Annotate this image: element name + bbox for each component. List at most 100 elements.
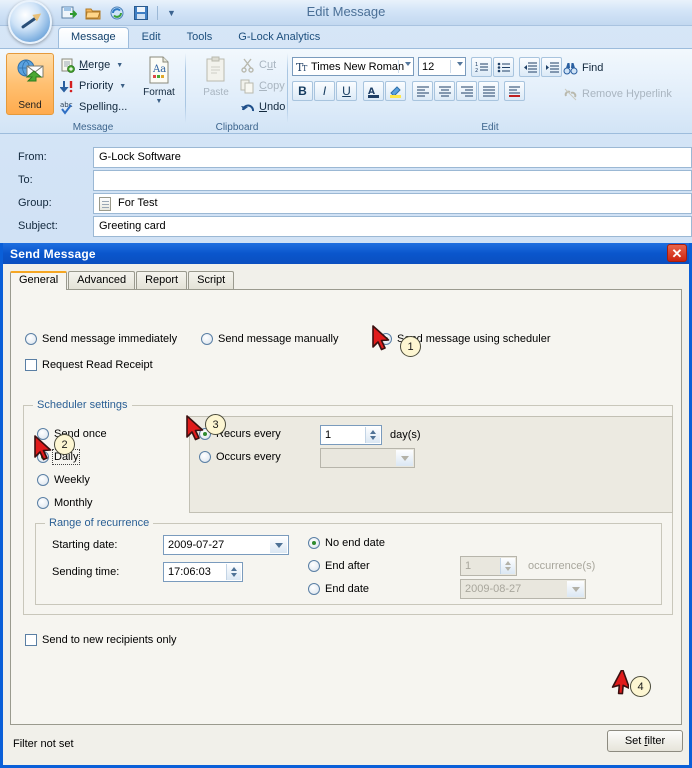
cursor-pointer-2 xyxy=(34,435,52,461)
copy-command[interactable]: Copy xyxy=(240,77,285,95)
application-menu-button[interactable] xyxy=(8,0,52,44)
checkbox-send-new-recipients-only[interactable]: Send to new recipients only xyxy=(25,634,177,646)
close-icon[interactable]: ✕ xyxy=(667,244,687,262)
bulleted-list-button[interactable] xyxy=(493,57,514,77)
spinner-down-icon[interactable] xyxy=(231,573,237,577)
ribbon-tab-edit[interactable]: Edit xyxy=(129,27,174,48)
set-filter-button[interactable]: Set filter xyxy=(607,730,683,752)
spinner-up-icon[interactable] xyxy=(505,561,511,565)
save-icon[interactable] xyxy=(130,3,151,23)
checkbox-request-read-receipt[interactable]: Request Read Receipt xyxy=(25,359,153,371)
spinner-down-icon[interactable] xyxy=(505,567,511,571)
bold-button[interactable]: B xyxy=(292,81,313,101)
occurrences-spinner[interactable] xyxy=(500,558,515,574)
priority-command[interactable]: Priority ▼ xyxy=(59,77,126,95)
field-row-to: To: xyxy=(0,170,692,193)
radio-send-manually[interactable]: Send message manually xyxy=(201,333,338,345)
end-date-combo[interactable]: 2009-08-27 xyxy=(460,579,586,599)
refresh-icon[interactable] xyxy=(106,3,127,23)
save-as-icon[interactable] xyxy=(58,3,79,23)
priority-label: Priority xyxy=(79,80,114,92)
format-command[interactable]: Aa Format ▼ xyxy=(133,55,185,105)
italic-button[interactable]: I xyxy=(314,81,335,101)
sending-time-spinner[interactable] xyxy=(226,564,241,580)
sending-time-input[interactable]: 17:06:03 xyxy=(163,562,243,582)
combo-divider xyxy=(398,60,399,73)
align-right-button[interactable] xyxy=(456,81,477,101)
ribbon-tab-tools[interactable]: Tools xyxy=(174,27,226,48)
decrease-indent-button[interactable] xyxy=(519,57,540,77)
spelling-label: Spelling... xyxy=(79,101,128,113)
paste-command[interactable]: Paste xyxy=(190,55,242,98)
to-input[interactable] xyxy=(93,170,692,191)
tab-report[interactable]: Report xyxy=(136,271,188,290)
send-icon xyxy=(16,59,46,85)
cursor-pointer-4 xyxy=(611,670,629,695)
spinner-up-icon[interactable] xyxy=(231,567,237,571)
chevron-down-icon[interactable] xyxy=(457,62,463,66)
subject-input[interactable]: Greeting card xyxy=(93,216,692,237)
copy-label: Copy xyxy=(259,80,285,92)
starting-date-value: 2009-07-27 xyxy=(168,539,225,551)
chevron-down-icon[interactable] xyxy=(396,450,413,466)
radio-dot xyxy=(308,560,320,572)
callout-badge-2: 2 xyxy=(54,434,75,455)
quick-access-toolbar: ▼ xyxy=(58,2,179,24)
open-folder-icon[interactable] xyxy=(82,3,103,23)
chevron-down-icon[interactable] xyxy=(405,62,411,66)
align-center-button[interactable] xyxy=(434,81,455,101)
send-button[interactable]: Send xyxy=(6,53,54,115)
radio-label: End after xyxy=(325,560,370,572)
paragraph-direction-button[interactable] xyxy=(504,81,525,101)
recurs-interval-spinner[interactable] xyxy=(365,427,380,443)
highlight-button[interactable] xyxy=(385,81,406,101)
toolbar-separator xyxy=(157,6,158,20)
cut-label: Cut xyxy=(259,59,277,71)
find-command[interactable]: Find xyxy=(563,59,603,77)
starting-date-label: Starting date: xyxy=(52,539,118,551)
chevron-down-icon[interactable]: ▼ xyxy=(133,98,185,105)
chevron-down-icon[interactable]: ▼ xyxy=(116,62,123,69)
spinner-up-icon[interactable] xyxy=(370,430,376,434)
spelling-command[interactable]: abc Spelling... xyxy=(60,98,127,116)
group-input[interactable]: For Test xyxy=(93,193,692,214)
tab-script[interactable]: Script xyxy=(188,271,235,290)
spinner-down-icon[interactable] xyxy=(370,436,376,440)
tab-general[interactable]: General xyxy=(10,271,68,290)
chevron-down-icon[interactable] xyxy=(567,581,584,597)
align-left-button[interactable] xyxy=(412,81,433,101)
font-color-button[interactable]: A xyxy=(363,81,384,101)
recurs-interval-input[interactable]: 1 xyxy=(320,425,382,445)
priority-icon xyxy=(59,79,75,94)
radio-end-date[interactable]: End date xyxy=(308,583,369,595)
cut-command[interactable]: Cut xyxy=(240,56,276,74)
increase-indent-button[interactable] xyxy=(541,57,562,77)
remove-hyperlink-command[interactable]: Remove Hyperlink xyxy=(563,85,672,103)
occurs-every-combo[interactable] xyxy=(320,448,415,468)
callout-badge-4: 4 xyxy=(630,676,651,697)
radio-no-end-date[interactable]: No end date xyxy=(308,537,385,549)
tab-advanced[interactable]: Advanced xyxy=(68,271,136,290)
chevron-down-icon[interactable] xyxy=(270,537,287,553)
chevron-down-icon[interactable]: ▼ xyxy=(119,83,126,90)
radio-dot xyxy=(25,333,37,345)
from-input[interactable]: G-Lock Software xyxy=(93,147,692,168)
undo-command[interactable]: Undo xyxy=(240,98,285,116)
numbered-list-button[interactable]: 12 xyxy=(471,57,492,77)
customize-toolbar-icon[interactable]: ▼ xyxy=(164,8,179,18)
underline-button[interactable]: U xyxy=(336,81,357,101)
starting-date-combo[interactable]: 2009-07-27 xyxy=(163,535,289,555)
radio-occurs-every[interactable]: Occurs every xyxy=(199,451,281,463)
ribbon-tab-message[interactable]: Message xyxy=(58,27,129,48)
radio-end-after[interactable]: End after xyxy=(308,560,370,572)
from-label: From: xyxy=(18,151,47,163)
radio-monthly[interactable]: Monthly xyxy=(37,497,93,509)
radio-weekly[interactable]: Weekly xyxy=(37,474,90,486)
font-size-combo[interactable]: 12 xyxy=(418,57,466,76)
font-name-combo[interactable]: TT Times New Roman xyxy=(292,57,414,76)
justify-button[interactable] xyxy=(478,81,499,101)
occurrences-input[interactable]: 1 xyxy=(460,556,517,576)
radio-send-immediately[interactable]: Send message immediately xyxy=(25,333,177,345)
ribbon-tab-glock-analytics[interactable]: G-Lock Analytics xyxy=(225,27,333,48)
merge-command[interactable]: Merge ▼ xyxy=(60,56,123,74)
